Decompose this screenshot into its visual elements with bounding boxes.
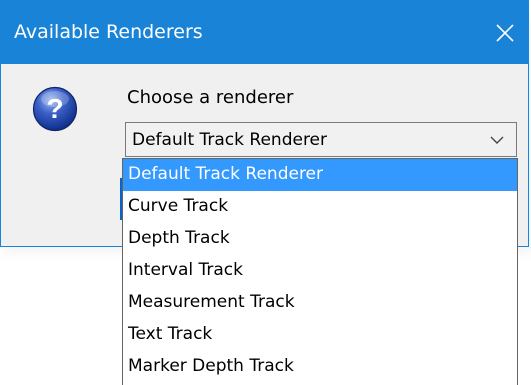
dropdown-option-label: Text Track xyxy=(128,324,213,344)
dropdown-option-text-track[interactable]: Text Track xyxy=(123,319,517,351)
dialog-title: Available Renderers xyxy=(14,21,203,43)
prompt-label: Choose a renderer xyxy=(127,87,294,108)
dropdown-option-label: Interval Track xyxy=(128,260,243,280)
dropdown-option-label: Depth Track xyxy=(128,228,230,248)
dropdown-option-label: Marker Depth Track xyxy=(128,356,294,376)
dropdown-option-depth-track[interactable]: Depth Track xyxy=(123,223,517,255)
renderer-dropdown-list: Default Track Renderer Curve Track Depth… xyxy=(122,158,518,385)
dropdown-option-marker-depth-track[interactable]: Marker Depth Track xyxy=(123,351,517,383)
screen: Available Renderers ? Choose a renderer xyxy=(0,0,531,385)
renderer-select-value: Default Track Renderer xyxy=(132,130,328,150)
close-icon xyxy=(496,23,514,42)
dropdown-option-label: Curve Track xyxy=(128,196,229,216)
title-bar[interactable]: Available Renderers xyxy=(1,1,528,64)
close-button[interactable] xyxy=(482,1,528,64)
dropdown-option-measurement-track[interactable]: Measurement Track xyxy=(123,287,517,319)
dropdown-option-default-track-renderer[interactable]: Default Track Renderer xyxy=(123,159,517,191)
dropdown-option-interval-track[interactable]: Interval Track xyxy=(123,255,517,287)
renderer-select[interactable]: Default Track Renderer xyxy=(125,122,517,157)
dropdown-option-label: Measurement Track xyxy=(128,292,295,312)
chevron-down-icon xyxy=(490,136,504,144)
dropdown-option-curve-track[interactable]: Curve Track xyxy=(123,191,517,223)
dropdown-option-label: Default Track Renderer xyxy=(128,164,324,184)
question-icon: ? xyxy=(32,86,78,132)
svg-text:?: ? xyxy=(46,93,63,124)
